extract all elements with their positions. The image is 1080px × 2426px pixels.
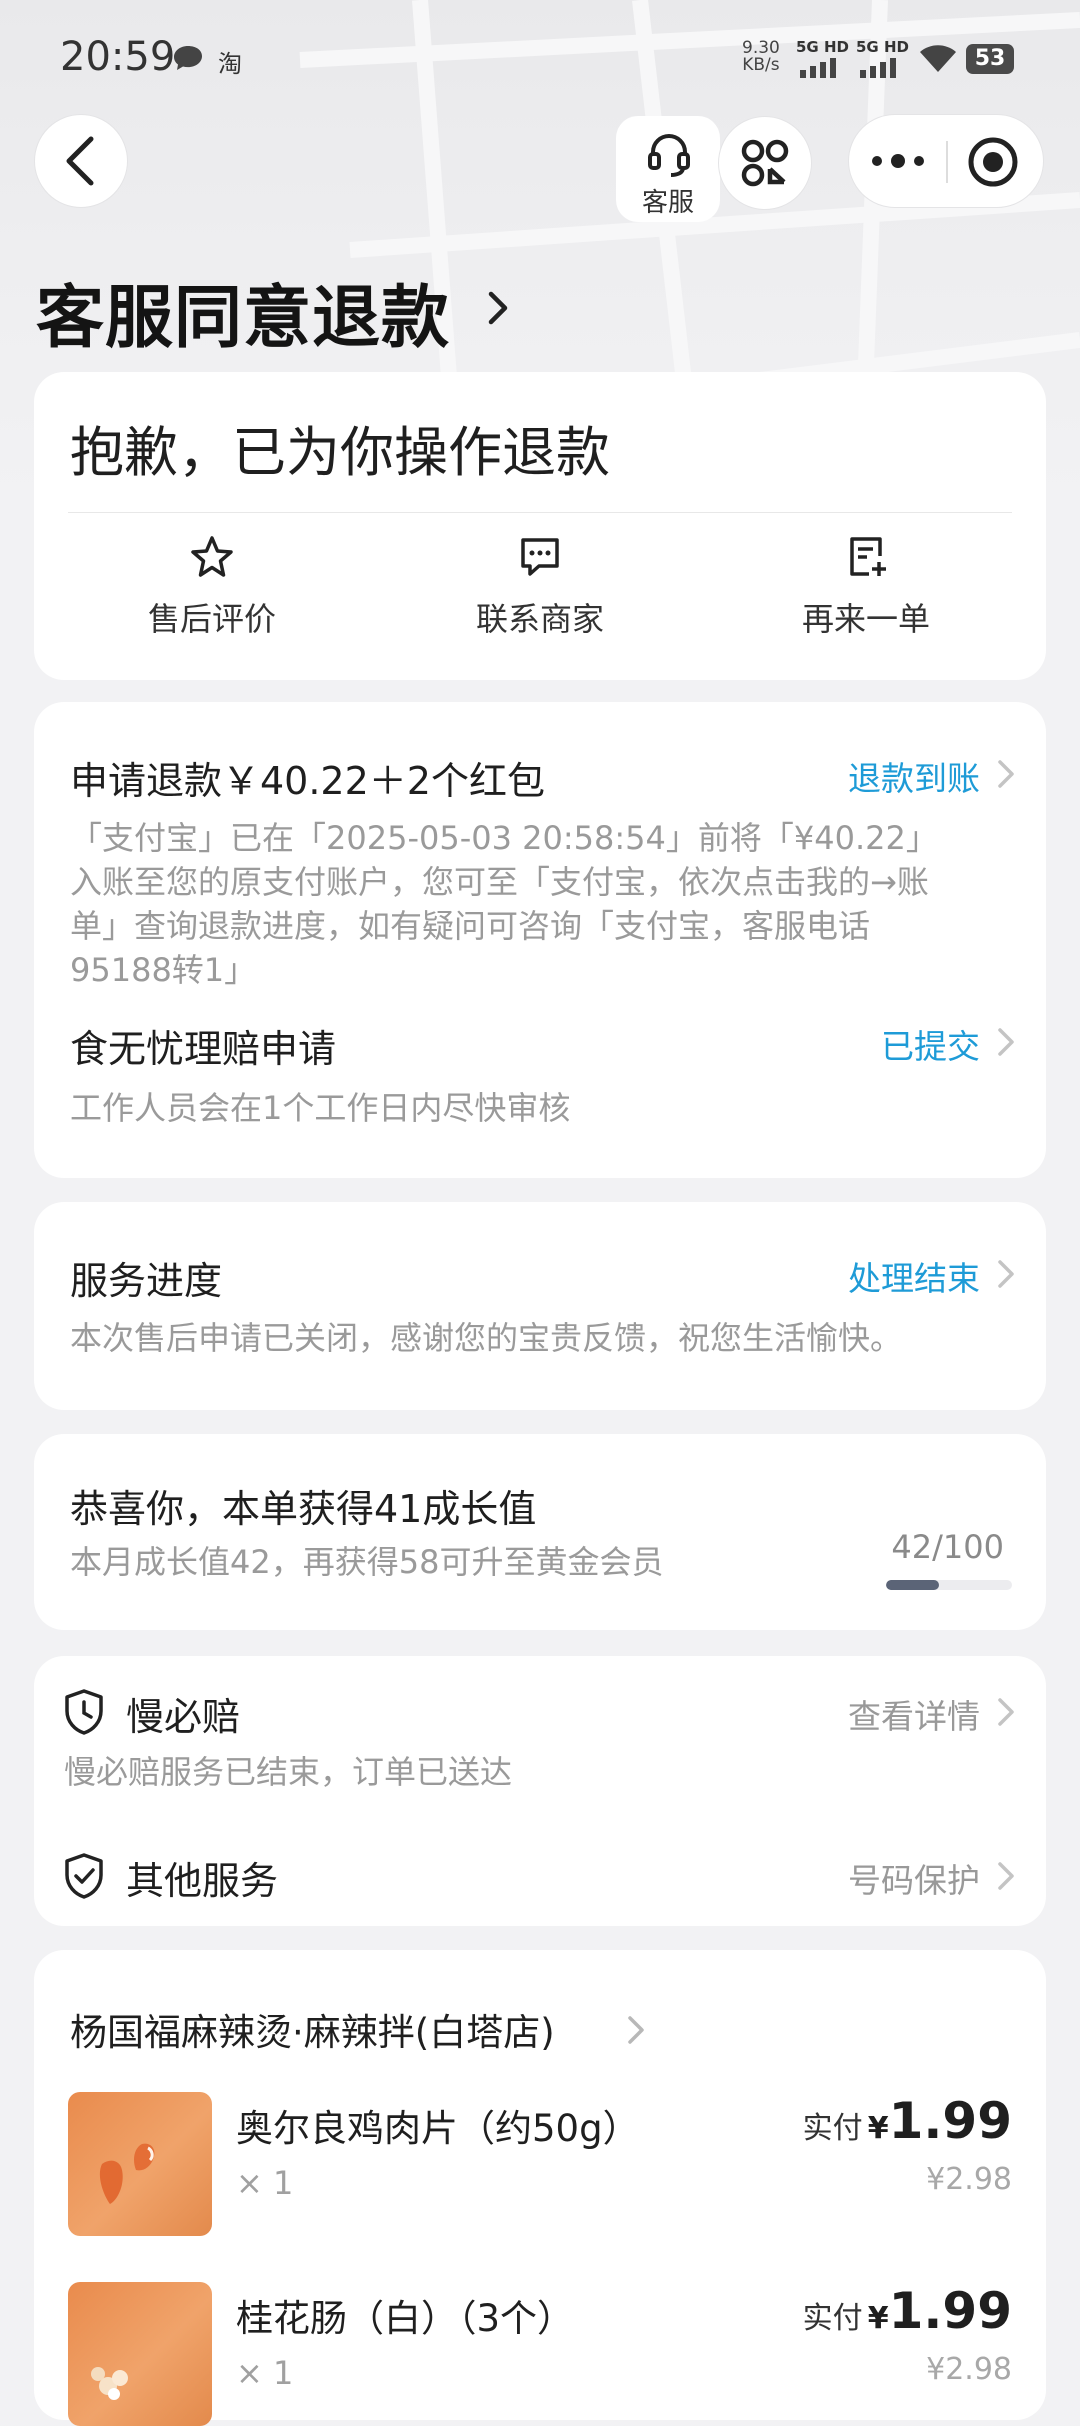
growth-title: 恭喜你，本单获得41成长值 [70, 1487, 537, 1531]
chicken-slices-image [99, 2143, 155, 2204]
chevron-right-icon[interactable] [626, 2014, 646, 2046]
headset-icon [648, 134, 690, 177]
growth-desc: 本月成长值42，再获得58可升至黄金会员 [70, 1543, 664, 1581]
growth-progress-bar [886, 1580, 1012, 1590]
battery-indicator: 53 [966, 44, 1014, 74]
item-thumbnail [68, 2282, 212, 2426]
item-name: 奥尔良鸡肉片（约50g） [236, 2107, 640, 2150]
clock-shield-icon [65, 1689, 103, 1735]
capsule-divider [946, 141, 948, 183]
services-card: 慢必赔 查看详情 慢必赔服务已结束，订单已送达 其他服务 号码保护 [34, 1656, 1046, 1926]
taobao-notification-icon: 淘 [218, 50, 242, 78]
item-quantity: × 1 [236, 2354, 294, 2392]
slow-compensation-link[interactable]: 查看详情 [848, 1690, 980, 1738]
service-progress-card: 服务进度 处理结束 本次售后申请已关闭，感谢您的宝贵反馈，祝您生活愉快。 [34, 1202, 1046, 1410]
chevron-right-icon[interactable] [996, 1860, 1016, 1892]
osmanthus-sausage-image [91, 2367, 128, 2400]
mini-program-capsule [848, 114, 1044, 208]
reorder-icon [850, 537, 886, 576]
item-name: 桂花肠（白）（3个） [236, 2297, 575, 2340]
claim-title: 食无忧理赔申请 [70, 1027, 337, 1071]
message-notification-icon [174, 46, 202, 70]
customer-service-label: 客服 [641, 188, 694, 218]
scan-button[interactable] [718, 116, 812, 210]
refund-status-link[interactable]: 退款到账 [848, 752, 980, 800]
contact-merchant-button[interactable]: 联系商家 [440, 534, 640, 640]
more-options-icon[interactable] [869, 150, 927, 172]
other-services-title: 其他服务 [126, 1859, 279, 1903]
after-sale-review-button[interactable]: 售后评价 [112, 534, 312, 640]
chevron-right-icon[interactable] [996, 1696, 1016, 1728]
network-speed: 9.30 KB/s [742, 38, 780, 75]
reorder-button[interactable]: 再来一单 [766, 534, 966, 640]
item-thumbnail [68, 2092, 212, 2236]
back-arrow-icon [66, 136, 94, 186]
shop-name[interactable]: 杨国福麻辣烫·麻辣拌(白塔店) [70, 2002, 555, 2056]
chevron-right-icon[interactable] [996, 758, 1016, 790]
back-button[interactable] [34, 114, 128, 208]
scan-grid-icon [741, 139, 789, 187]
item-paid-price: 实付 ¥1.99 [802, 2282, 1012, 2340]
item-original-price: ¥2.98 [926, 2352, 1012, 2387]
claim-desc: 工作人员会在1个工作日内尽快审核 [70, 1089, 571, 1127]
close-miniprogram-icon[interactable] [967, 136, 1019, 188]
status-bar: 20:59 淘 9.30 KB/s 5G HD 5G HD 53 [0, 0, 1080, 110]
star-icon [191, 536, 233, 577]
chevron-right-icon[interactable] [996, 1258, 1016, 1290]
item-quantity: × 1 [236, 2164, 294, 2202]
wifi-icon [920, 45, 956, 72]
growth-value-card[interactable]: 恭喜你，本单获得41成长值 本月成长值42，再获得58可升至黄金会员 42/10… [34, 1434, 1046, 1630]
clock: 20:59 [60, 34, 176, 80]
refund-detail-card: 申请退款￥40.22＋2个红包 退款到账 「支付宝」已在「2025-05-03 … [34, 702, 1046, 1178]
growth-progress-text: 42/100 [891, 1528, 1004, 1566]
refund-amount-title: 申请退款￥40.22＋2个红包 [70, 759, 545, 803]
service-progress-desc: 本次售后申请已关闭，感谢您的宝贵反馈，祝您生活愉快。 [70, 1319, 903, 1357]
slow-compensation-desc: 慢必赔服务已结束，订单已送达 [64, 1753, 513, 1791]
customer-service-button[interactable]: 客服 [616, 116, 720, 222]
signal-strength-2: 5G HD [856, 38, 909, 82]
slow-compensation-title: 慢必赔 [126, 1695, 241, 1739]
service-progress-title: 服务进度 [70, 1259, 223, 1303]
claim-status-link[interactable]: 已提交 [881, 1020, 980, 1068]
number-protection-link[interactable]: 号码保护 [848, 1854, 980, 1902]
shield-check-icon [65, 1853, 103, 1899]
signal-bars-icon [860, 58, 896, 78]
divider [68, 512, 1012, 513]
item-original-price: ¥2.98 [926, 2162, 1012, 2197]
growth-progress-fill [886, 1580, 939, 1590]
title-chevron-right-icon[interactable] [486, 288, 510, 328]
signal-bars-icon [800, 58, 836, 78]
page-title[interactable]: 客服同意退款 [36, 262, 450, 361]
service-progress-status[interactable]: 处理结束 [848, 1252, 980, 1300]
apology-message: 抱歉，已为你操作退款 [70, 421, 610, 484]
chevron-right-icon[interactable] [996, 1026, 1016, 1058]
refund-detail-text: 「支付宝」已在「2025-05-03 20:58:54」前将「¥40.22」 入… [70, 819, 938, 989]
order-items-card: 杨国福麻辣烫·麻辣拌(白塔店) 奥尔良鸡肉片（约50g） × 1 实付 ¥1.9… [34, 1950, 1046, 2426]
signal-strength-1: 5G HD [796, 38, 849, 82]
item-paid-price: 实付 ¥1.99 [802, 2092, 1012, 2150]
chat-icon [521, 538, 559, 576]
refund-apology-card: 抱歉，已为你操作退款 售后评价 联系商家 再来一单 [34, 372, 1046, 680]
